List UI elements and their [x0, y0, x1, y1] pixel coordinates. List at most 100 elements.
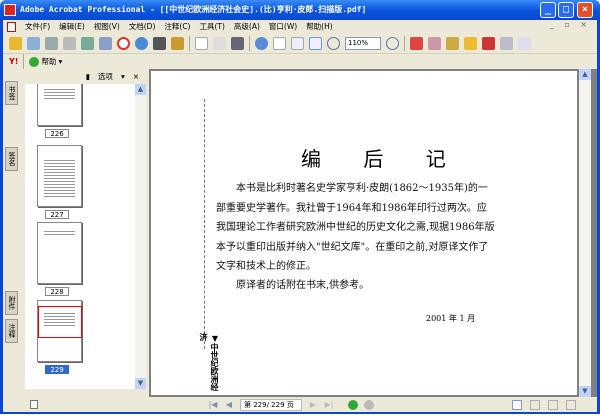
continuous-icon[interactable]: [530, 399, 540, 410]
thumbnail-list: 226 227 228 229: [25, 84, 135, 389]
page-edge-line: [204, 99, 205, 349]
close-button[interactable]: ×: [577, 2, 593, 18]
mdi-controls[interactable]: _ ▫ ×: [550, 20, 591, 29]
zoom-in-small-icon[interactable]: [386, 36, 399, 50]
menu-file[interactable]: 文件(F): [25, 21, 50, 32]
pages-panel-toggle-icon[interactable]: [11, 398, 24, 411]
sign-icon[interactable]: [446, 36, 459, 50]
yahoo-button[interactable]: Y!: [9, 57, 18, 66]
divider: [189, 35, 190, 51]
scroll-down-button[interactable]: ▼: [135, 378, 146, 389]
actual-size-icon[interactable]: [273, 36, 286, 50]
panel-close-button[interactable]: ×: [133, 72, 139, 81]
view-rectangle[interactable]: [38, 306, 82, 338]
page-thumbnail-228[interactable]: [37, 222, 82, 284]
app-window: Adobe Acrobat Professional - [[中世纪欧洲经济社会…: [0, 0, 600, 414]
page-thumbnail-229[interactable]: [37, 300, 82, 362]
continuous-facing-icon[interactable]: [566, 399, 576, 410]
scroll-up-button[interactable]: ▲: [135, 84, 146, 95]
attach-icon[interactable]: [99, 36, 112, 50]
print-icon[interactable]: [63, 36, 76, 50]
tab-bookmarks[interactable]: 书签: [5, 81, 18, 105]
title-bar: Adobe Acrobat Professional - [[中世纪欧洲经济社会…: [0, 0, 600, 20]
tab-signatures[interactable]: 签名: [5, 147, 18, 171]
date-text: 2001 年 1 月: [426, 314, 476, 323]
fit-page-icon[interactable]: [291, 36, 304, 50]
chevron-down-icon: ▾: [58, 57, 63, 66]
go-forward-icon[interactable]: [364, 399, 374, 410]
review-icon[interactable]: [428, 36, 441, 50]
menu-comments[interactable]: 注释(C): [164, 21, 190, 32]
zoom-in-icon[interactable]: [255, 36, 268, 50]
panel-header: ▮ 选项 ▾ ×: [21, 69, 147, 83]
page-thumbnail-227[interactable]: [37, 145, 82, 207]
page-number-input[interactable]: 第 229/ 229 页: [240, 398, 302, 411]
layers-icon[interactable]: [30, 400, 38, 409]
first-page-button[interactable]: |◀: [208, 400, 218, 410]
status-bar: |◀ ◀ 第 229/ 229 页 ▶ ▶|: [3, 397, 597, 412]
email-icon[interactable]: [81, 36, 94, 50]
pages-panel: ▮ 选项 ▾ × 226 227 228 229 ▲ ▼: [21, 69, 147, 397]
fit-width-icon[interactable]: [309, 36, 322, 50]
save-icon[interactable]: [45, 36, 58, 50]
acrobat-icon: [4, 4, 16, 16]
pen-icon[interactable]: [482, 36, 495, 50]
menu-bar: 文件(F) 编辑(E) 视图(V) 文档(D) 注释(C) 工具(T) 高级(A…: [3, 20, 597, 33]
window-title: Adobe Acrobat Professional - [[中世纪欧洲经济社会…: [20, 5, 367, 14]
scroll-down-button[interactable]: ▼: [579, 386, 591, 397]
trash-icon[interactable]: ▮: [86, 72, 90, 81]
pages-icon[interactable]: [518, 36, 531, 50]
scroll-up-button[interactable]: ▲: [579, 69, 591, 80]
divider: [404, 35, 405, 51]
thumbnail-scrollbar[interactable]: ▲ ▼: [135, 84, 146, 389]
spine-text: ▼中世纪欧洲经济: [199, 333, 220, 391]
web-icon[interactable]: [135, 36, 148, 50]
document-scrollbar[interactable]: ▲ ▼: [579, 69, 591, 397]
previous-page-button[interactable]: ◀: [224, 400, 234, 410]
zoom-level-input[interactable]: 110%: [345, 36, 381, 50]
document-pane: 编 后 记 本书是比利时著名史学家亨利·皮朗(1862～1935年)的一部重要史…: [149, 69, 597, 397]
maximize-button[interactable]: □: [558, 2, 574, 18]
menu-help[interactable]: 帮助(H): [306, 21, 333, 32]
secure-lock-icon[interactable]: [464, 36, 477, 50]
snapshot-icon[interactable]: [231, 36, 244, 50]
stop-icon[interactable]: [117, 36, 130, 50]
options-menu[interactable]: 选项: [98, 71, 113, 82]
image-icon[interactable]: [171, 36, 184, 50]
help-label: 帮助: [41, 57, 57, 66]
open-icon[interactable]: [9, 36, 22, 50]
menu-document[interactable]: 文档(D): [129, 21, 156, 32]
tab-comments[interactable]: 注释: [5, 319, 18, 343]
thumbnail-label: 226: [45, 129, 69, 138]
search-binoculars-icon[interactable]: [153, 36, 166, 50]
menu-view[interactable]: 视图(V): [94, 21, 120, 32]
chevron-down-icon: ▾: [120, 71, 125, 81]
pdf-doc-icon: [7, 21, 16, 32]
thumbnail-label: 227: [45, 210, 69, 219]
facing-icon[interactable]: [548, 399, 558, 410]
divider: [249, 35, 250, 51]
page-heading: 编 后 记: [301, 147, 464, 171]
minimize-button[interactable]: _: [540, 2, 556, 18]
page-thumbnail-226[interactable]: [37, 84, 82, 126]
organizer-icon[interactable]: [27, 36, 40, 50]
go-back-icon[interactable]: [348, 399, 358, 410]
next-page-button[interactable]: ▶: [308, 400, 318, 410]
thumbnail-label-selected: 229: [45, 365, 69, 374]
last-page-button[interactable]: ▶|: [324, 400, 334, 410]
menu-edit[interactable]: 编辑(E): [59, 21, 85, 32]
workspace: 书签 签名 附件 注释 ▮ 选项 ▾ × 226 227 228 229 ▲ ▼…: [3, 69, 597, 397]
hand-tool-icon[interactable]: [195, 36, 208, 50]
thumbnail-label: 228: [45, 287, 69, 296]
menu-window[interactable]: 窗口(W): [269, 21, 297, 32]
create-pdf-icon[interactable]: [410, 36, 423, 50]
menu-advanced[interactable]: 高级(A): [234, 21, 260, 32]
forms-icon[interactable]: [500, 36, 513, 50]
menu-tools[interactable]: 工具(T): [199, 21, 224, 32]
tab-attachments[interactable]: 附件: [5, 291, 18, 315]
single-page-icon[interactable]: [512, 399, 522, 410]
help-button[interactable]: 帮助 ▾: [29, 56, 62, 67]
main-toolbar: 110%: [3, 33, 597, 53]
select-tool-icon[interactable]: [213, 36, 226, 50]
zoom-out-icon[interactable]: [327, 36, 340, 50]
